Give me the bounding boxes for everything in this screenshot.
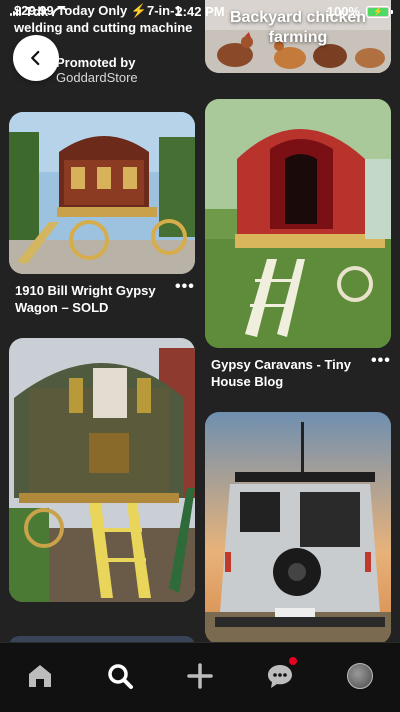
nav-create[interactable]: [175, 653, 225, 699]
gypsy-wagon-photo: [9, 112, 195, 274]
pin-caption[interactable]: Gypsy Caravans - Tiny House Blog: [211, 356, 361, 390]
nav-search[interactable]: [95, 653, 145, 699]
pin-image[interactable]: [205, 99, 391, 348]
battery-icon: ⚡: [366, 5, 393, 18]
plus-icon: [187, 663, 213, 689]
promoted-by[interactable]: Promoted by GoddardStore: [56, 55, 138, 85]
bottom-nav: [0, 642, 400, 712]
nav-home[interactable]: [15, 653, 65, 699]
more-options-button[interactable]: •••: [175, 278, 195, 296]
battery-percent: 100%: [326, 4, 360, 19]
caravan-photo: [205, 99, 391, 348]
van-photo: [205, 412, 391, 642]
search-icon: [108, 664, 133, 689]
promoted-label: Promoted by: [56, 55, 136, 70]
pin-gypsy-wagon[interactable]: 1910 Bill Wright Gypsy Wagon – SOLD •••: [9, 112, 195, 315]
nav-messages[interactable]: [255, 653, 305, 699]
home-icon: [29, 665, 51, 687]
chevron-left-icon: [31, 50, 40, 66]
status-right: 100% ⚡: [326, 4, 393, 19]
more-options-button[interactable]: •••: [371, 352, 391, 370]
notification-dot: [289, 657, 297, 665]
pin-caption[interactable]: 1910 Bill Wright Gypsy Wagon – SOLD: [15, 282, 165, 316]
pin-image[interactable]: [205, 412, 391, 642]
pin-green-vardo[interactable]: [9, 338, 195, 602]
status-bar: Tdk 2:42 PM 100% ⚡: [0, 0, 400, 24]
chat-bubble-icon: [268, 665, 292, 688]
pin-gypsy-caravans[interactable]: Gypsy Caravans - Tiny House Blog •••: [205, 99, 391, 391]
back-button[interactable]: [13, 35, 59, 81]
pin-feed[interactable]: $29.99 Today Only ⚡7-in-1 welding and cu…: [0, 0, 400, 642]
vardo-photo: [9, 338, 195, 602]
nav-profile[interactable]: [335, 653, 385, 699]
pin-camper-van[interactable]: [205, 412, 391, 642]
avatar: [347, 663, 373, 689]
pin-image[interactable]: [9, 338, 195, 602]
promoted-store-name: GoddardStore: [56, 70, 138, 85]
pin-image[interactable]: [9, 112, 195, 274]
